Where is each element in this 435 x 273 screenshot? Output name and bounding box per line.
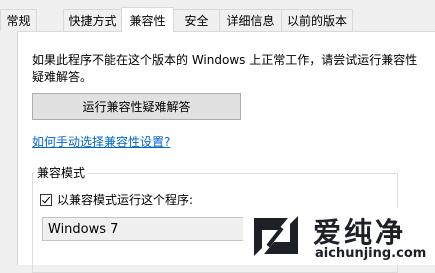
compatibility-description: 如果此程序不能在这个版本的 Windows 上正常工作，请尝试运行兼容性疑难解答… xyxy=(32,53,418,84)
manual-settings-link[interactable]: 如何手动选择兼容性设置? xyxy=(32,133,170,150)
watermark-brand-text: 爱纯净 xyxy=(313,216,407,249)
tab-shortcut[interactable]: 快捷方式 xyxy=(63,9,122,31)
compat-mode-checkbox-row[interactable]: 以兼容模式运行这个程序: xyxy=(40,191,193,208)
compat-mode-group-title: 兼容模式 xyxy=(34,164,89,181)
tab-details[interactable]: 详细信息 xyxy=(219,9,282,31)
tab-previous-versions[interactable]: 以前的版本 xyxy=(281,9,353,31)
compat-mode-checkbox[interactable] xyxy=(40,193,52,206)
watermark: 爱纯净 aichunjing.com xyxy=(243,208,435,265)
run-troubleshooter-button[interactable]: 运行兼容性疑难解答 xyxy=(32,93,241,120)
tab-compatibility[interactable]: 兼容性 xyxy=(121,7,174,32)
aichunjing-logo-icon xyxy=(254,216,298,256)
property-tabs: 常规 快捷方式 兼容性 安全 详细信息 以前的版本 xyxy=(0,0,435,32)
tab-security[interactable]: 安全 xyxy=(173,9,220,31)
watermark-url: aichunjing.com xyxy=(315,246,427,261)
tab-general[interactable]: 常规 xyxy=(0,9,37,31)
os-version-value: Windows 7 xyxy=(48,221,119,237)
compat-mode-checkbox-label: 以兼容模式运行这个程序: xyxy=(57,193,194,207)
